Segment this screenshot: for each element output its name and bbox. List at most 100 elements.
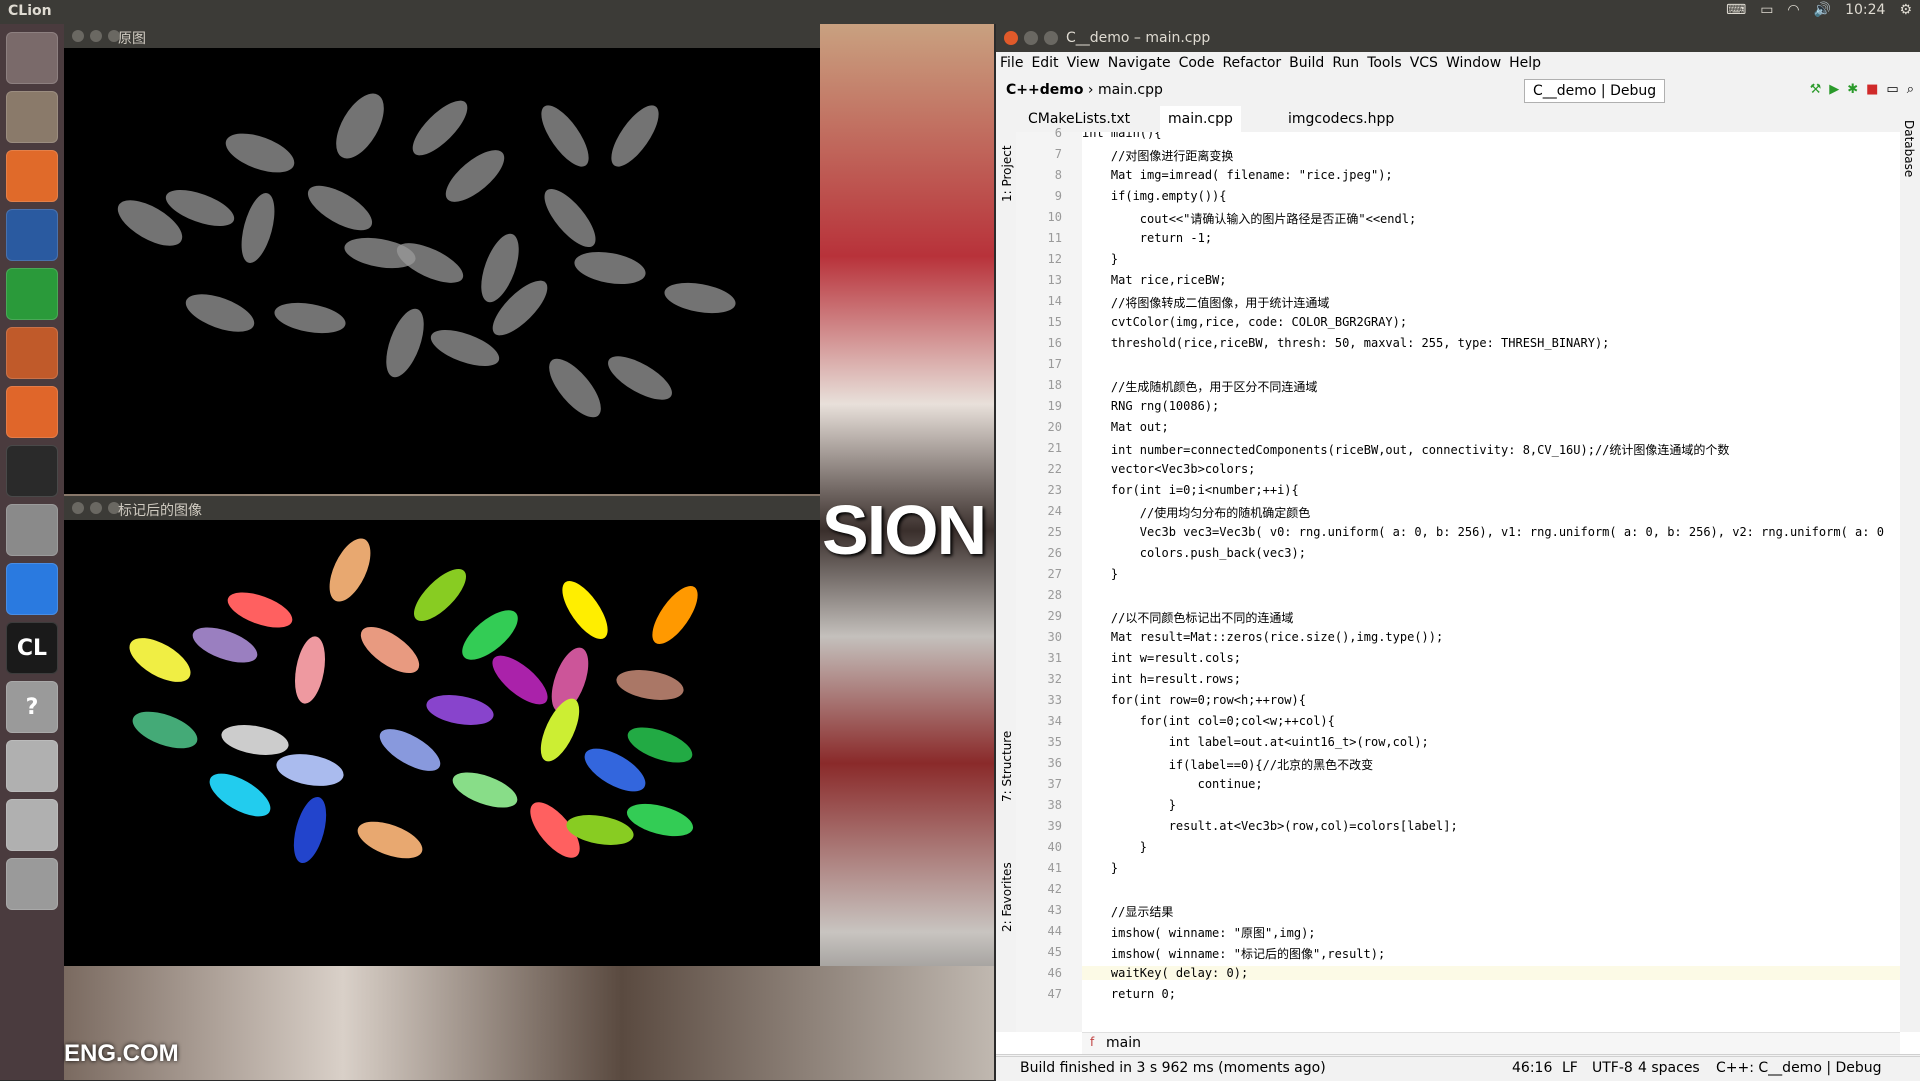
code-line[interactable]: //以不同颜色标记出不同的连通域	[1082, 609, 1293, 626]
encoding[interactable]: UTF-8	[1592, 1060, 1633, 1076]
code-line[interactable]: cout<<"请确认输入的图片路径是否正确"<<endl;	[1082, 210, 1416, 227]
minimize-icon[interactable]	[90, 502, 102, 514]
launcher-amazon-icon[interactable]	[6, 445, 58, 497]
menu-refactor[interactable]: Refactor	[1222, 55, 1281, 71]
volume-icon[interactable]: 🔊	[1814, 2, 1831, 18]
code-line[interactable]: vector<Vec3b>colors;	[1082, 462, 1256, 476]
launcher-baidu-icon[interactable]	[6, 563, 58, 615]
labeled-image-window[interactable]: 标记后的图像	[64, 496, 820, 966]
build-icon[interactable]: ⚒	[1810, 82, 1822, 97]
launcher-impress-icon[interactable]	[6, 327, 58, 379]
layout-icon[interactable]: ▭	[1886, 82, 1898, 97]
maximize-icon[interactable]	[1044, 31, 1058, 45]
menu-tools[interactable]: Tools	[1367, 55, 1402, 71]
keyboard-icon[interactable]: ⌨	[1726, 2, 1746, 18]
wifi-icon[interactable]: ◠	[1787, 2, 1799, 18]
run-config-select[interactable]: C__demo | Debug	[1524, 79, 1666, 103]
code-line[interactable]: //使用均匀分布的随机确定颜色	[1082, 504, 1310, 521]
side-tab-2[interactable]: 2: Favorites	[1000, 862, 1014, 932]
menu-edit[interactable]: Edit	[1031, 55, 1058, 71]
launcher-dash-icon[interactable]	[6, 32, 58, 84]
code-line[interactable]: //显示结果	[1082, 903, 1173, 920]
code-line[interactable]: threshold(rice,riceBW, thresh: 50, maxva…	[1082, 336, 1610, 350]
code-line[interactable]: }	[1082, 798, 1176, 812]
launcher-software-icon[interactable]	[6, 386, 58, 438]
code-line[interactable]: Mat out;	[1082, 420, 1169, 434]
tab-imgcodecs-hpp[interactable]: imgcodecs.hpp	[1280, 106, 1402, 132]
side-tab-0[interactable]: 1: Project	[1000, 145, 1014, 202]
gear-icon[interactable]: ⚙	[1899, 2, 1912, 18]
code-editor[interactable]: int main(){ //对图像进行距离变换 Mat img=imread( …	[1082, 132, 1900, 1032]
code-line[interactable]: int w=result.cols;	[1082, 651, 1241, 665]
menu-vcs[interactable]: VCS	[1410, 55, 1438, 71]
code-line[interactable]: //生成随机颜色，用于区分不同连通域	[1082, 378, 1317, 395]
code-line[interactable]: int h=result.rows;	[1082, 672, 1241, 686]
code-line[interactable]: result.at<Vec3b>(row,col)=colors[label];	[1082, 819, 1458, 833]
menu-code[interactable]: Code	[1179, 55, 1215, 71]
code-line[interactable]: for(int col=0;col<w;++col){	[1082, 714, 1335, 728]
code-line[interactable]: Mat img=imread( filename: "rice.jpeg");	[1082, 168, 1393, 182]
function-breadcrumb[interactable]: f main	[1082, 1032, 1900, 1055]
code-line[interactable]: if(img.empty()){	[1082, 189, 1227, 203]
code-line[interactable]: }	[1082, 252, 1118, 266]
launcher-drive1-icon[interactable]	[6, 740, 58, 792]
launcher-writer-icon[interactable]	[6, 209, 58, 261]
code-line[interactable]: return -1;	[1082, 231, 1212, 245]
window-titlebar[interactable]: 原图	[64, 24, 820, 48]
original-image-window[interactable]: 原图	[64, 24, 820, 494]
debug-icon[interactable]: ✱	[1847, 82, 1858, 97]
code-line[interactable]: int number=connectedComponents(riceBW,ou…	[1082, 441, 1730, 458]
launcher-settings-icon[interactable]	[6, 504, 58, 556]
launcher-help-icon[interactable]: ?	[6, 681, 58, 733]
launcher-clion-icon[interactable]: CL	[6, 622, 58, 674]
tab-main-cpp[interactable]: main.cpp	[1160, 106, 1241, 134]
code-line[interactable]: waitKey( delay: 0);	[1082, 966, 1900, 980]
launcher-drive2-icon[interactable]	[6, 799, 58, 851]
run-icon[interactable]: ▶	[1829, 82, 1839, 97]
launcher-firefox-icon[interactable]	[6, 150, 58, 202]
code-line[interactable]: int label=out.at<uint16_t>(row,col);	[1082, 735, 1429, 749]
menu-help[interactable]: Help	[1509, 55, 1541, 71]
code-line[interactable]: Mat result=Mat::zeros(rice.size(),img.ty…	[1082, 630, 1443, 644]
stop-icon[interactable]: ■	[1866, 82, 1878, 97]
code-line[interactable]: continue;	[1082, 777, 1263, 791]
code-line[interactable]: if(label==0){//北京的黑色不改变	[1082, 756, 1373, 773]
code-line[interactable]: }	[1082, 567, 1118, 581]
code-line[interactable]: imshow( winname: "标记后的图像",result);	[1082, 945, 1385, 962]
search-icon[interactable]: ⌕	[1907, 82, 1914, 97]
indent[interactable]: 4 spaces	[1638, 1060, 1700, 1076]
code-line[interactable]: for(int row=0;row<h;++row){	[1082, 693, 1306, 707]
minimize-icon[interactable]	[90, 30, 102, 42]
code-line[interactable]: cvtColor(img,rice, code: COLOR_BGR2GRAY)…	[1082, 315, 1407, 329]
window-titlebar[interactable]: 标记后的图像	[64, 496, 820, 520]
close-icon[interactable]	[72, 502, 84, 514]
code-line[interactable]: //将图像转成二值图像，用于统计连通域	[1082, 294, 1329, 311]
code-line[interactable]: for(int i=0;i<number;++i){	[1082, 483, 1299, 497]
code-line[interactable]: imshow( winname: "原图",img);	[1082, 924, 1316, 941]
code-line[interactable]: Vec3b vec3=Vec3b( v0: rng.uniform( a: 0,…	[1082, 525, 1884, 539]
menu-view[interactable]: View	[1067, 55, 1100, 71]
battery-icon[interactable]: ▭	[1760, 2, 1773, 18]
clock[interactable]: 10:24	[1845, 2, 1885, 18]
side-tab-database[interactable]: Database	[1902, 120, 1916, 177]
ide-titlebar[interactable]: C__demo – main.cpp	[996, 24, 1920, 52]
breadcrumb[interactable]: C++demo › main.cpp	[1006, 82, 1163, 98]
caret-position[interactable]: 46:16	[1512, 1060, 1552, 1076]
code-line[interactable]: Mat rice,riceBW;	[1082, 273, 1227, 287]
code-line[interactable]: }	[1082, 861, 1118, 875]
status-message[interactable]: Build finished in 3 s 962 ms (moments ag…	[1020, 1060, 1326, 1076]
line-ending[interactable]: LF	[1562, 1060, 1578, 1076]
code-line[interactable]: int main(){	[1082, 132, 1161, 140]
menu-file[interactable]: File	[1000, 55, 1023, 71]
code-line[interactable]: RNG rng(10086);	[1082, 399, 1219, 413]
side-tab-1[interactable]: 7: Structure	[1000, 731, 1014, 802]
minimize-icon[interactable]	[1024, 31, 1038, 45]
menu-run[interactable]: Run	[1332, 55, 1359, 71]
code-line[interactable]: colors.push_back(vec3);	[1082, 546, 1306, 560]
code-line[interactable]: return 0;	[1082, 987, 1176, 1001]
close-icon[interactable]	[1004, 31, 1018, 45]
close-icon[interactable]	[72, 30, 84, 42]
menu-build[interactable]: Build	[1289, 55, 1324, 71]
menu-navigate[interactable]: Navigate	[1108, 55, 1171, 71]
launcher-calc-icon[interactable]	[6, 268, 58, 320]
